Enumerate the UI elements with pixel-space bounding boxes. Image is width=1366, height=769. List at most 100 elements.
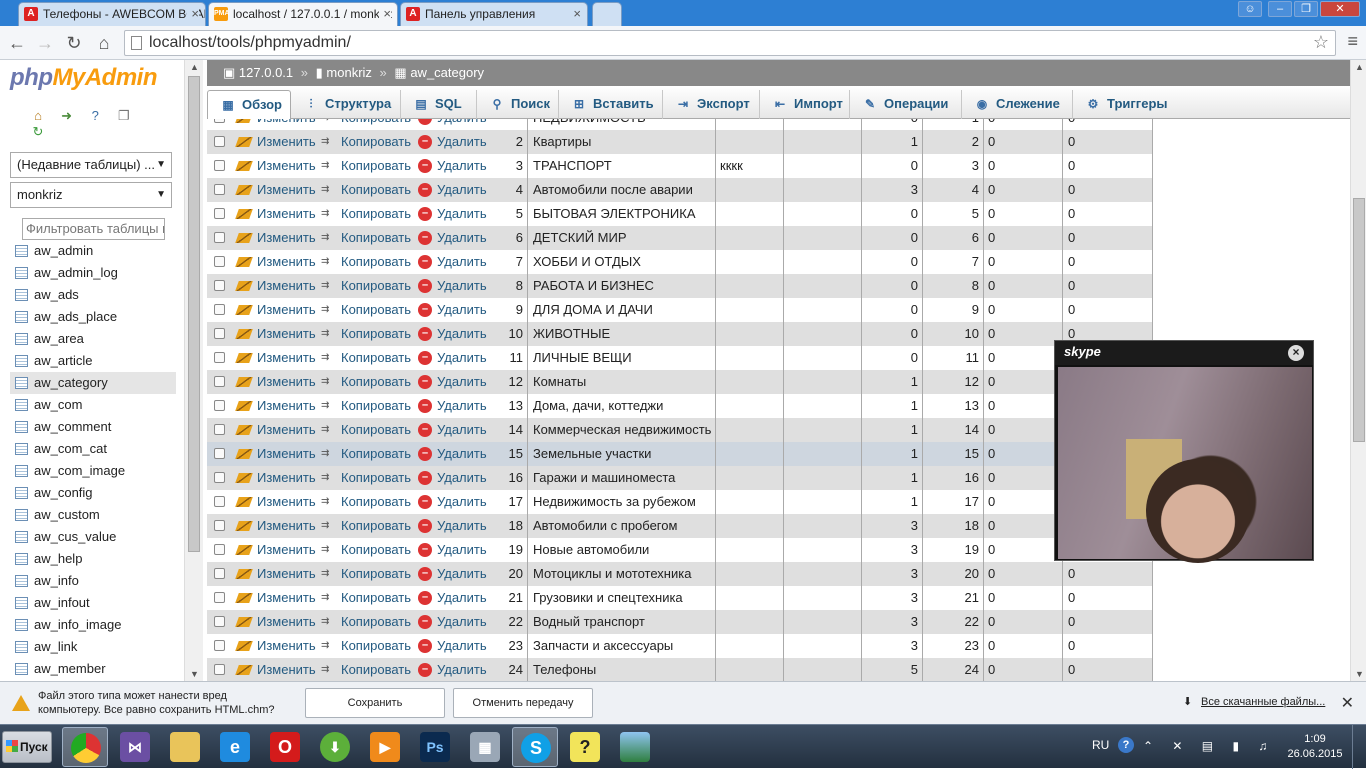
delete-icon[interactable]: –: [418, 399, 432, 413]
delete-icon[interactable]: –: [418, 159, 432, 173]
delete-icon[interactable]: –: [418, 615, 432, 629]
copy-link[interactable]: Копировать: [341, 634, 411, 658]
scroll-up-icon[interactable]: ▲: [190, 62, 199, 72]
cancel-download-button[interactable]: Отменить передачу: [453, 688, 593, 718]
copy-icon[interactable]: ⇉: [321, 592, 335, 604]
pencil-icon[interactable]: [235, 377, 253, 387]
pencil-icon[interactable]: [235, 425, 253, 435]
edit-link[interactable]: Изменить: [257, 610, 316, 634]
copy-icon[interactable]: ⇉: [321, 400, 335, 412]
table-row[interactable]: Изменить ⇉ Копировать – Удалить 5 БЫТОВАЯ ЭЛЕК…: [207, 202, 1153, 226]
edit-link[interactable]: Изменить: [257, 130, 316, 154]
copy-link[interactable]: Копировать: [341, 514, 411, 538]
delete-icon[interactable]: –: [418, 231, 432, 245]
table-filter-input[interactable]: Фильтровать таблицы по имени: [22, 218, 165, 240]
copy-icon[interactable]: ⇉: [321, 280, 335, 292]
pencil-icon[interactable]: [235, 161, 253, 171]
sidebar-table-aw_link[interactable]: aw_link: [10, 636, 176, 658]
all-downloads-link[interactable]: Все скачанные файлы...: [1201, 696, 1325, 708]
close-tab-icon[interactable]: ×: [187, 3, 199, 25]
row-checkbox[interactable]: [214, 280, 225, 291]
docs-icon[interactable]: ❐: [116, 108, 132, 124]
row-checkbox[interactable]: [214, 400, 225, 411]
edit-link[interactable]: Изменить: [257, 226, 316, 250]
copy-icon[interactable]: ⇉: [321, 520, 335, 532]
pencil-icon[interactable]: [235, 137, 253, 147]
delete-icon[interactable]: –: [418, 663, 432, 677]
phpmyadmin-logo[interactable]: phpMyAdmin: [10, 64, 157, 92]
pencil-icon[interactable]: [235, 401, 253, 411]
copy-link[interactable]: Копировать: [341, 346, 411, 370]
edit-link[interactable]: Изменить: [257, 514, 316, 538]
copy-icon[interactable]: ⇉: [321, 328, 335, 340]
edit-link[interactable]: Изменить: [257, 634, 316, 658]
edit-link[interactable]: Изменить: [257, 562, 316, 586]
new-tab-button[interactable]: [592, 2, 622, 26]
copy-icon[interactable]: ⇉: [321, 208, 335, 220]
table-row[interactable]: Изменить ⇉ Копировать – Удалить 8 РАБОТА И БИЗ…: [207, 274, 1153, 298]
delete-link[interactable]: Удалить: [437, 610, 487, 634]
row-checkbox[interactable]: [214, 664, 225, 675]
taskbar-skype[interactable]: S: [512, 727, 558, 767]
scrollbar-thumb[interactable]: [1353, 198, 1365, 442]
sidebar-table-aw_com[interactable]: aw_com: [10, 394, 176, 416]
delete-icon[interactable]: –: [418, 303, 432, 317]
edit-link[interactable]: Изменить: [257, 274, 316, 298]
sidebar-table-aw_admin[interactable]: aw_admin: [10, 240, 176, 262]
table-row[interactable]: Изменить ⇉ Копировать – Удалить 11 ЛИЧНЫЕ ВЕЩИ…: [207, 346, 1153, 370]
taskbar-calculator[interactable]: ▦: [462, 727, 508, 767]
user-icon[interactable]: ☺: [1238, 1, 1262, 17]
delete-link[interactable]: Удалить: [437, 298, 487, 322]
copy-link[interactable]: Копировать: [341, 442, 411, 466]
table-row[interactable]: Изменить ⇉ Копировать – Удалить 6 ДЕТСКИЙ МИР 0…: [207, 226, 1153, 250]
help-icon[interactable]: ?: [1118, 737, 1134, 753]
copy-link[interactable]: Копировать: [341, 322, 411, 346]
copy-icon[interactable]: ⇉: [321, 472, 335, 484]
delete-link[interactable]: Удалить: [437, 658, 487, 681]
copy-icon[interactable]: ⇉: [321, 544, 335, 556]
delete-icon[interactable]: –: [418, 279, 432, 293]
delete-link[interactable]: Удалить: [437, 442, 487, 466]
table-row[interactable]: Изменить ⇉ Копировать – Удалить 18 Автомобили …: [207, 514, 1153, 538]
table-row[interactable]: Изменить ⇉ Копировать – Удалить 3 ТРАНСПОРТ ккк…: [207, 154, 1153, 178]
edit-link[interactable]: Изменить: [257, 418, 316, 442]
clock[interactable]: 1:09 26.06.2015: [1285, 732, 1345, 762]
table-row[interactable]: Изменить ⇉ Копировать – Удалить 13 Дома, дачи,…: [207, 394, 1153, 418]
sidebar-table-aw_com_cat[interactable]: aw_com_cat: [10, 438, 176, 460]
browser-tab-phpmyadmin[interactable]: PMA localhost / 127.0.0.1 / monkriz ×: [208, 2, 398, 27]
table-row[interactable]: Изменить ⇉ Копировать – Удалить 17 Недвижимост…: [207, 490, 1153, 514]
delete-link[interactable]: Удалить: [437, 394, 487, 418]
copy-icon[interactable]: ⇉: [321, 232, 335, 244]
delete-icon[interactable]: –: [418, 447, 432, 461]
table-row[interactable]: Изменить ⇉ Копировать – Удалить 9 ДЛЯ ДОМА И Д…: [207, 298, 1153, 322]
taskbar-ie[interactable]: e: [212, 727, 258, 767]
table-row[interactable]: Изменить ⇉ Копировать – Удалить 12 Комнаты 1 12 0…: [207, 370, 1153, 394]
copy-link[interactable]: Копировать: [341, 658, 411, 681]
copy-link[interactable]: Копировать: [341, 226, 411, 250]
taskbar-media[interactable]: ▶: [362, 727, 408, 767]
delete-link[interactable]: Удалить: [437, 418, 487, 442]
row-checkbox[interactable]: [214, 448, 225, 459]
edit-link[interactable]: Изменить: [257, 442, 316, 466]
table-row[interactable]: Изменить ⇉ Копировать – Удалить 14 Коммерческа…: [207, 418, 1153, 442]
copy-link[interactable]: Копировать: [341, 466, 411, 490]
row-checkbox[interactable]: [214, 184, 225, 195]
pencil-icon[interactable]: [235, 353, 253, 363]
table-row[interactable]: Изменить ⇉ Копировать – Удалить 2 Квартиры 1 2 0 0: [207, 130, 1153, 154]
reload-icon[interactable]: ↻: [62, 31, 86, 55]
breadcrumb-server[interactable]: 127.0.0.1: [239, 65, 293, 80]
copy-icon[interactable]: ⇉: [321, 424, 335, 436]
sidebar-table-aw_custom[interactable]: aw_custom: [10, 504, 176, 526]
back-arrow-icon[interactable]: ←: [5, 31, 29, 55]
copy-icon[interactable]: ⇉: [321, 304, 335, 316]
edit-link[interactable]: Изменить: [257, 370, 316, 394]
scroll-down-icon[interactable]: ▼: [1355, 669, 1364, 679]
delete-icon[interactable]: –: [418, 519, 432, 533]
sidebar-table-aw_help[interactable]: aw_help: [10, 548, 176, 570]
delete-icon[interactable]: –: [418, 495, 432, 509]
delete-link[interactable]: Удалить: [437, 466, 487, 490]
language-indicator[interactable]: RU: [1092, 738, 1109, 752]
row-checkbox[interactable]: [214, 304, 225, 315]
delete-icon[interactable]: –: [418, 207, 432, 221]
scroll-down-icon[interactable]: ▼: [190, 669, 199, 679]
